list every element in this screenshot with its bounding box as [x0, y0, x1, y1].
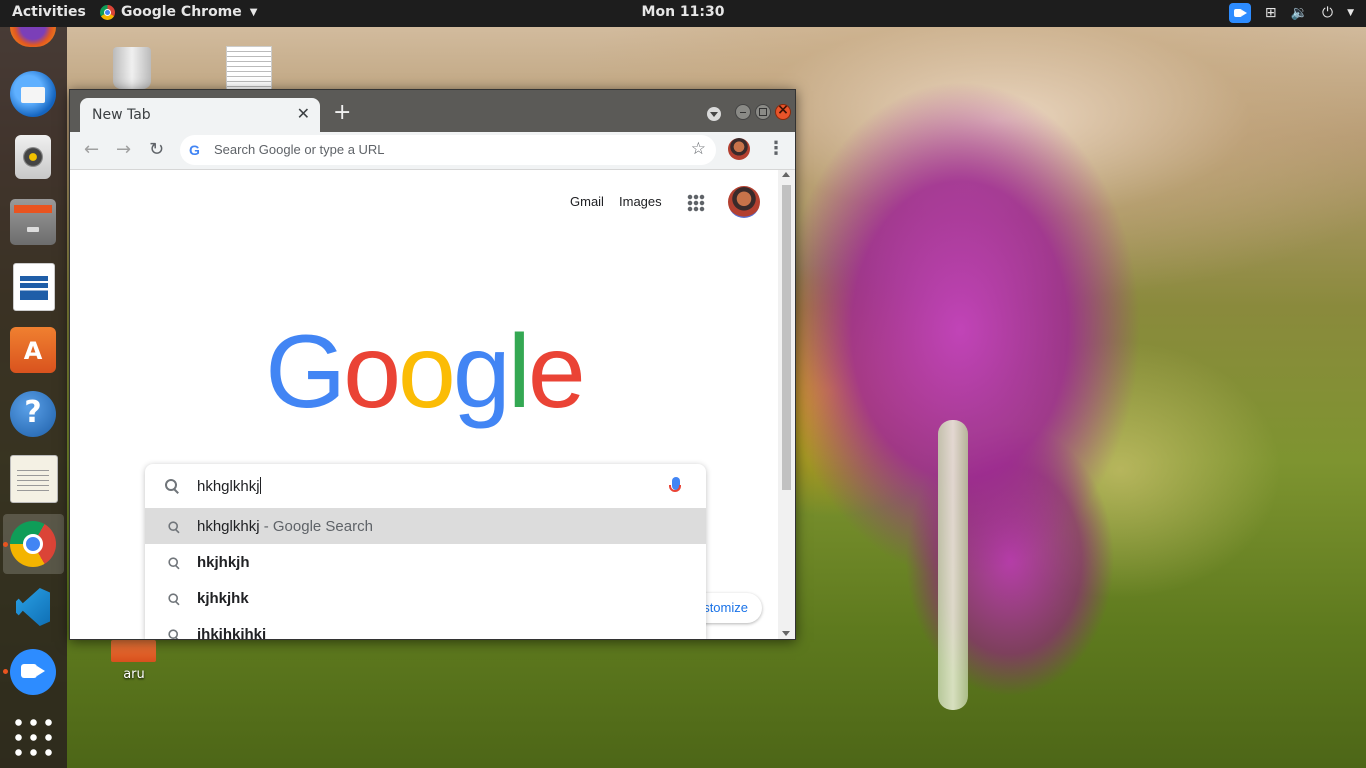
document-icon[interactable] [226, 46, 272, 92]
close-icon[interactable]: ✕ [297, 104, 310, 123]
tab-strip: New Tab ✕ + [70, 90, 795, 132]
network-icon[interactable]: ⊞ [1265, 5, 1277, 21]
activities-button[interactable]: Activities [12, 4, 86, 20]
suggestion-item[interactable]: hkjhkjh [145, 544, 706, 580]
clock[interactable]: Mon 11:30 [642, 4, 725, 20]
show-applications-icon[interactable] [11, 715, 56, 760]
search-row[interactable]: hkhglkhkj [145, 464, 706, 508]
top-bar: Activities Google Chrome ▼ Mon 11:30 ⊞ 🔉… [0, 0, 1366, 27]
close-window-button[interactable] [775, 102, 791, 120]
logo-letter: G [265, 314, 346, 430]
libreoffice-writer-icon[interactable] [13, 263, 55, 311]
browser-toolbar: ← → ↻ G Search Google or type a URL ☆ ⋮ [70, 132, 795, 170]
images-link[interactable]: Images [619, 194, 662, 209]
suggestion-text: hkjhkjh [197, 554, 250, 571]
new-tab-page: Gmail Images Google Customize hkhglkhkj … [70, 170, 778, 640]
suggestion-item[interactable]: hkhglkhkj - Google Search [145, 508, 706, 544]
bookmark-star-icon[interactable]: ☆ [691, 139, 706, 159]
new-tab-button[interactable]: + [333, 102, 351, 124]
search-icon [168, 593, 179, 604]
folder-icon[interactable] [111, 640, 156, 662]
app-menu[interactable]: Google Chrome ▼ [100, 4, 257, 20]
chrome-window: New Tab ✕ + ← → ↻ G Search Google or typ… [69, 89, 796, 640]
logo-letter: l [507, 314, 531, 430]
back-arrow-icon[interactable]: ← [84, 139, 99, 160]
suggestion-text: kjhkjhk [197, 590, 249, 607]
logo-letter: o [343, 314, 401, 430]
help-icon[interactable] [10, 391, 56, 437]
zoom-icon[interactable] [10, 649, 56, 695]
google-chrome-icon[interactable] [10, 521, 56, 567]
omnibox[interactable]: G Search Google or type a URL ☆ [180, 135, 716, 165]
scroll-down-arrow-icon[interactable] [782, 631, 790, 636]
files-icon[interactable] [10, 199, 56, 245]
suggestion-text: hkhglkhkj [197, 518, 260, 535]
dock [0, 27, 67, 768]
suggestion-suffix: - Google Search [259, 518, 373, 535]
menu-dots-icon[interactable]: ⋮ [767, 138, 785, 159]
tab-search-button[interactable] [707, 107, 721, 121]
reload-icon[interactable]: ↻ [149, 139, 164, 160]
google-logo: Google [70, 320, 778, 424]
running-indicator [3, 669, 8, 674]
firefox-icon[interactable] [10, 27, 56, 47]
text-editor-icon[interactable] [10, 455, 58, 503]
search-icon [168, 521, 179, 532]
chevron-down-icon[interactable]: ▼ [1347, 8, 1354, 18]
search-input[interactable]: hkhglkhkj [197, 477, 261, 495]
logo-letter: e [527, 314, 586, 430]
minimize-button[interactable] [735, 104, 751, 120]
suggestion-item[interactable]: kjhkjhk [145, 580, 706, 616]
ubuntu-software-icon[interactable] [10, 327, 56, 373]
maximize-button[interactable] [755, 104, 771, 120]
thunderbird-icon[interactable] [10, 71, 56, 117]
search-icon [168, 557, 179, 568]
power-icon[interactable]: ⏻ [1322, 5, 1333, 21]
scroll-up-arrow-icon[interactable] [782, 172, 790, 177]
volume-icon[interactable]: 🔉 [1291, 5, 1308, 21]
vscode-icon[interactable] [10, 584, 56, 630]
search-icon [168, 629, 179, 639]
suggestion-text: jhkjhkjhkj [197, 626, 267, 640]
omnibox-placeholder[interactable]: Search Google or type a URL [214, 142, 385, 157]
wallpaper-flower-stem [938, 420, 968, 710]
tab-title: New Tab [92, 107, 151, 123]
suggestion-item[interactable]: jhkjhkjhkj [145, 616, 706, 640]
search-icon [165, 479, 179, 493]
rhythmbox-icon[interactable] [15, 135, 51, 179]
profile-avatar[interactable] [728, 138, 750, 160]
apps-grid-icon[interactable] [687, 194, 705, 212]
system-tray[interactable]: ⊞ 🔉 ⏻ ▼ [1228, 3, 1354, 23]
app-menu-label: Google Chrome [121, 4, 242, 20]
scrollbar-thumb[interactable] [782, 185, 791, 490]
running-indicator [3, 542, 8, 547]
logo-letter: g [452, 314, 511, 430]
trash-icon[interactable] [113, 47, 151, 89]
forward-arrow-icon[interactable]: → [116, 139, 131, 160]
search-box[interactable]: hkhglkhkj hkhglkhkj - Google Search hkjh… [145, 464, 706, 640]
page-scrollbar[interactable] [778, 170, 795, 639]
google-g-icon: G [189, 142, 200, 158]
account-avatar[interactable] [728, 186, 760, 218]
tab-new-tab[interactable]: New Tab ✕ [80, 98, 320, 132]
zoom-tray-icon[interactable] [1228, 3, 1251, 23]
gmail-link[interactable]: Gmail [570, 194, 604, 209]
microphone-icon[interactable] [669, 477, 681, 492]
chrome-icon [100, 4, 115, 20]
logo-letter: o [398, 314, 456, 430]
folder-label[interactable]: aru [100, 667, 168, 682]
chevron-down-icon: ▼ [249, 6, 258, 18]
